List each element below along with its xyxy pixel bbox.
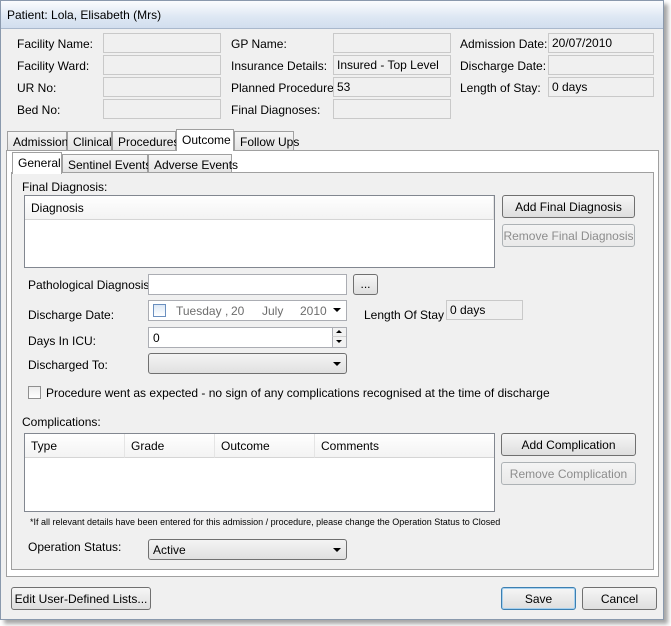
title-bar: Patient: Lola, Elisabeth (Mrs) [1,1,663,29]
planned-procedures-field: 53 [333,77,451,97]
outcome-column-header[interactable]: Outcome [215,434,315,458]
ur-no-label: UR No: [17,81,57,95]
discharge-date-header-field [548,55,654,75]
admission-date-field: 20/07/2010 [548,33,654,53]
bed-no-field [103,99,221,119]
tab-procedures[interactable]: Procedures [112,131,179,151]
days-in-icu-stepper[interactable]: 0 [148,327,347,348]
chevron-down-icon [333,362,341,366]
operation-status-label: Operation Status: [28,540,122,554]
procedure-expected-checkbox[interactable] [28,386,41,399]
discharge-day: Tuesday [176,304,222,318]
cancel-button[interactable]: Cancel [582,587,657,610]
remove-complication-button[interactable]: Remove Complication [501,462,636,485]
discharge-day-number: 20 [231,304,245,318]
discharge-date-label: Discharge Date: [28,308,115,322]
facility-ward-field [103,55,221,75]
grade-column-header[interactable]: Grade [125,434,215,458]
window-title: Patient: Lola, Elisabeth (Mrs) [7,8,162,22]
final-diagnosis-list[interactable]: Diagnosis [24,195,495,268]
operation-status-value: Active [153,543,186,557]
discharged-to-label: Discharged To: [28,358,108,372]
type-column-header[interactable]: Type [25,434,125,458]
facility-ward-label: Facility Ward: [17,59,90,73]
decrement-icon[interactable] [332,337,346,347]
gp-name-label: GP Name: [231,37,287,51]
length-of-stay-label: Length Of Stay [364,308,445,322]
admission-date-label: Admission Date: [460,37,548,51]
comments-column-header[interactable]: Comments [315,434,494,458]
facility-name-field [103,33,221,53]
discharge-date-checkbox[interactable] [153,304,166,317]
insurance-field: Insured - Top Level [333,55,451,75]
final-diagnoses-label: Final Diagnoses: [231,103,321,117]
tab-clinical[interactable]: Clinical [67,131,112,151]
status-note: *If all relevant details have been enter… [30,517,501,527]
length-of-stay-header-field: 0 days [548,77,654,97]
discharge-sep: , [225,304,229,318]
tab-follow-ups[interactable]: Follow Ups [234,131,299,151]
subtab-sentinel-events[interactable]: Sentinel Events [62,154,151,174]
patient-window: Patient: Lola, Elisabeth (Mrs) Facility … [0,0,664,620]
discharge-date-picker[interactable]: Tuesday , 20 July 2010 [148,300,347,321]
operation-status-select[interactable]: Active [148,539,347,560]
save-button[interactable]: Save [501,587,576,610]
procedure-expected-label: Procedure went as expected - no sign of … [46,386,550,400]
edit-user-defined-lists-button[interactable]: Edit User-Defined Lists... [11,587,151,610]
insurance-label: Insurance Details: [231,59,328,73]
ur-no-field [103,77,221,97]
bed-no-label: Bed No: [17,103,61,117]
length-of-stay-header-label: Length of Stay: [460,81,541,95]
complications-label: Complications: [22,415,101,429]
subtab-adverse-events[interactable]: Adverse Events [148,154,238,174]
pathological-diagnosis-label: Pathological Diagnosis: [28,278,153,292]
facility-name-label: Facility Name: [17,37,94,51]
discharged-to-select[interactable] [148,353,347,374]
days-in-icu-label: Days In ICU: [28,334,97,348]
tab-admission[interactable]: Admission [7,131,68,151]
remove-final-diagnosis-button[interactable]: Remove Final Diagnosis [502,224,635,247]
browse-button[interactable]: ... [353,274,378,295]
days-in-icu-value: 0 [153,331,160,345]
chevron-down-icon [333,548,341,552]
pathological-diagnosis-input[interactable] [148,274,347,295]
chevron-down-icon[interactable] [333,308,341,312]
final-diagnosis-label: Final Diagnosis: [22,180,108,194]
increment-icon[interactable] [332,328,346,337]
tab-outcome[interactable]: Outcome [176,129,234,151]
final-diagnoses-field [333,99,451,119]
discharge-year: 2010 [300,304,327,318]
add-final-diagnosis-button[interactable]: Add Final Diagnosis [502,195,635,218]
gp-name-field [333,33,451,53]
add-complication-button[interactable]: Add Complication [501,433,636,456]
complications-list[interactable]: Type Grade Outcome Comments [24,433,495,512]
discharge-month: July [262,304,284,318]
discharge-date-header-label: Discharge Date: [460,59,547,73]
diagnosis-column-header[interactable]: Diagnosis [25,196,494,220]
planned-procedures-label: Planned Procedures: [231,81,344,95]
length-of-stay-field: 0 days [446,300,523,320]
subtab-general[interactable]: General [12,152,62,174]
